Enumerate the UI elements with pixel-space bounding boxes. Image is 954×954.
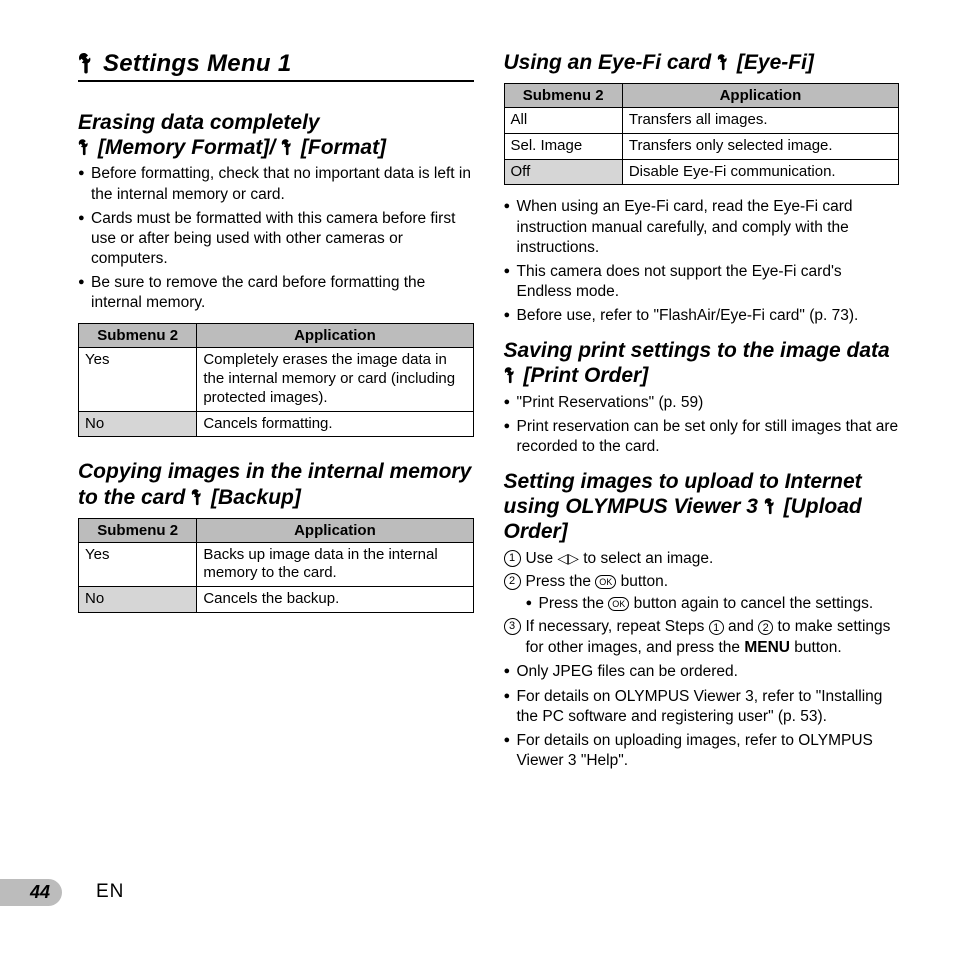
bullet-item: Only JPEG files can be ordered. [504, 662, 900, 682]
page-number-tab: 44 [0, 879, 62, 906]
table-cell: All [504, 108, 622, 134]
menu-key: MENU [744, 639, 790, 656]
step-item: If necessary, repeat Steps 1 and 2 to ma… [504, 617, 900, 659]
bullet-item: Before use, refer to "FlashAir/Eye-Fi ca… [504, 306, 900, 326]
table-cell: Cancels the backup. [197, 587, 473, 613]
chapter-title-text: Settings Menu 1 [103, 50, 292, 77]
bullet-item: Be sure to remove the card before format… [78, 273, 474, 313]
table-cell: Yes [79, 542, 197, 587]
wrench-icon [504, 364, 524, 387]
manual-page: Settings Menu 1 Erasing data completely … [0, 0, 954, 880]
bullet-item: For details on OLYMPUS Viewer 3, refer t… [504, 687, 900, 727]
bullet-item: Cards must be formatted with this camera… [78, 209, 474, 269]
table-row: Yes Completely erases the image data in … [79, 348, 474, 411]
table-header: Application [197, 324, 473, 348]
right-column: Using an Eye-Fi card [Eye-Fi] Submenu 2 … [504, 50, 900, 860]
bullet-item: Before formatting, check that no importa… [78, 164, 474, 204]
format-table: Submenu 2 Application Yes Completely era… [78, 323, 474, 437]
wrench-icon [717, 51, 737, 74]
sub-bullet-item: Press the OK button again to cancel the … [526, 594, 900, 614]
bullet-item: This camera does not support the Eye-Fi … [504, 262, 900, 302]
upload-bullets: Only JPEG files can be ordered. For deta… [504, 662, 900, 771]
table-row: Sel. Image Transfers only selected image… [504, 133, 899, 159]
right-arrow-icon: ▷ [568, 551, 579, 565]
ok-button-icon: OK [608, 597, 629, 611]
eyefi-table: Submenu 2 Application All Transfers all … [504, 83, 900, 185]
format-bullets: Before formatting, check that no importa… [78, 164, 474, 313]
table-cell: Backs up image data in the internal memo… [197, 542, 473, 587]
table-cell: Cancels formatting. [197, 411, 473, 437]
table-row: No Cancels formatting. [79, 411, 474, 437]
table-header: Submenu 2 [79, 324, 197, 348]
table-row: Off Disable Eye-Fi communication. [504, 159, 899, 185]
wrench-icon [764, 495, 784, 518]
backup-table: Submenu 2 Application Yes Backs up image… [78, 518, 474, 613]
table-cell: Transfers only selected image. [622, 133, 898, 159]
section-eyefi-title: Using an Eye-Fi card [Eye-Fi] [504, 50, 900, 75]
wrench-icon [78, 136, 98, 159]
section-format-title: Erasing data completely [Memory Format]/… [78, 110, 474, 160]
table-cell: Yes [79, 348, 197, 411]
table-header: Application [197, 518, 473, 542]
table-row: All Transfers all images. [504, 108, 899, 134]
step-item: Use ◁▷ to select an image. [504, 549, 900, 570]
step-item: Press the OK button. Press the OK button… [504, 572, 900, 615]
table-cell: No [79, 411, 197, 437]
wrench-icon [281, 136, 301, 159]
upload-steps: Use ◁▷ to select an image. Press the OK … [504, 549, 900, 659]
table-header: Submenu 2 [504, 84, 622, 108]
table-row: Yes Backs up image data in the internal … [79, 542, 474, 587]
section-upload-title: Setting images to upload to Internet usi… [504, 469, 900, 545]
table-header: Application [622, 84, 898, 108]
chapter-title: Settings Menu 1 [78, 50, 474, 82]
wrench-icon [191, 486, 211, 509]
section-backup-title: Copying images in the internal memory to… [78, 459, 474, 509]
eyefi-bullets: When using an Eye-Fi card, read the Eye-… [504, 197, 900, 326]
table-cell: Transfers all images. [622, 108, 898, 134]
page-footer: 44 EN [0, 880, 954, 920]
table-header: Submenu 2 [79, 518, 197, 542]
section-print-title: Saving print settings to the image data … [504, 338, 900, 388]
bullet-item: When using an Eye-Fi card, read the Eye-… [504, 197, 900, 257]
table-cell: Completely erases the image data in the … [197, 348, 473, 411]
print-bullets: "Print Reservations" (p. 59) Print reser… [504, 393, 900, 457]
bullet-item: For details on uploading images, refer t… [504, 731, 900, 771]
table-row: No Cancels the backup. [79, 587, 474, 613]
table-cell: No [79, 587, 197, 613]
table-cell: Off [504, 159, 622, 185]
language-code: EN [96, 881, 124, 903]
table-cell: Sel. Image [504, 133, 622, 159]
circled-one-icon: 1 [709, 620, 724, 635]
bullet-item: Print reservation can be set only for st… [504, 417, 900, 457]
ok-button-icon: OK [595, 575, 616, 589]
left-column: Settings Menu 1 Erasing data completely … [78, 50, 474, 860]
left-arrow-icon: ◁ [557, 551, 568, 565]
wrench-icon [78, 50, 103, 77]
table-cell: Disable Eye-Fi communication. [622, 159, 898, 185]
bullet-item: "Print Reservations" (p. 59) [504, 393, 900, 413]
circled-two-icon: 2 [758, 620, 773, 635]
